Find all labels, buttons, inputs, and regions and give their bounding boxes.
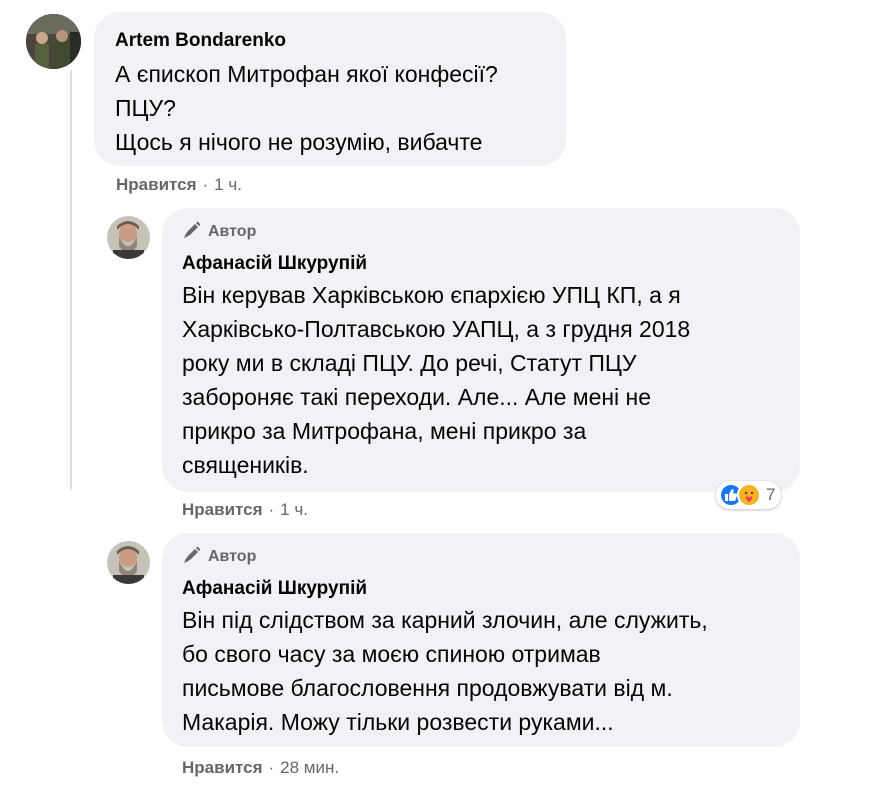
comment-bubble: Автор Афанасій Шкурупій Він керував Харк… bbox=[162, 208, 800, 492]
separator-dot: · bbox=[268, 758, 275, 777]
comment-text-line: забороняє такі переходи. Але... Але мені… bbox=[182, 384, 652, 410]
reaction-count: 7 bbox=[766, 485, 776, 504]
reactions-summary[interactable]: 7 bbox=[716, 481, 782, 509]
comment-time[interactable]: 1 ч. bbox=[214, 175, 242, 195]
comment-text-line: прикро за Митрофана, мені прикро за bbox=[182, 418, 587, 444]
author-badge-label: Автор bbox=[208, 548, 257, 565]
like-button[interactable]: Нравится bbox=[182, 500, 263, 520]
comment-time[interactable]: 28 мин. bbox=[280, 758, 339, 778]
comment-text-line: Він керував Харківською єпархією УПЦ КП,… bbox=[182, 282, 681, 308]
comment-time[interactable]: 1 ч. bbox=[280, 500, 308, 520]
thread-line bbox=[70, 70, 72, 490]
comment-text-line: бо свого часу за моєю спиною отримав bbox=[182, 641, 601, 667]
comment-text-line: Він під слідством за карний злочин, але … bbox=[182, 607, 708, 633]
comment-meta: Нравится · 1 ч. bbox=[116, 175, 242, 195]
comment-text-line: священиків. bbox=[182, 452, 309, 478]
comment-author[interactable]: Афанасій Шкурупій bbox=[182, 252, 780, 276]
like-button[interactable]: Нравится bbox=[182, 758, 263, 778]
comment-meta: Нравится · 1 ч. bbox=[182, 500, 308, 520]
comment-author[interactable]: Artem Bondarenko bbox=[115, 29, 545, 53]
comment-text-line: Щось я нічого не розумію, вибачте bbox=[115, 129, 483, 155]
author-badge: Автор bbox=[182, 220, 780, 244]
comment-bubble: Автор Афанасій Шкурупій Він під слідство… bbox=[162, 533, 800, 747]
comment-text-line: А єпископ Митрофан якої конфесії? bbox=[115, 61, 498, 87]
like-button[interactable]: Нравится bbox=[116, 175, 197, 195]
separator-dot: · bbox=[268, 500, 275, 519]
avatar[interactable] bbox=[26, 14, 81, 69]
comment-author[interactable]: Афанасій Шкурупій bbox=[182, 577, 780, 601]
comment-bubble: Artem Bondarenko А єпископ Митрофан якої… bbox=[94, 12, 566, 166]
comment-meta: Нравится · 28 мин. bbox=[182, 758, 339, 778]
author-pen-icon bbox=[182, 545, 202, 570]
comment-text-line: письмове благословення продовжувати від … bbox=[182, 675, 673, 701]
comment-text-line: Макарія. Можу тільки розвести руками... bbox=[182, 709, 614, 735]
author-pen-icon bbox=[182, 220, 202, 245]
avatar[interactable] bbox=[107, 216, 150, 259]
author-badge: Автор bbox=[182, 545, 780, 569]
comment-text-line: ПЦУ? bbox=[115, 95, 176, 121]
separator-dot: · bbox=[202, 175, 209, 194]
care-reaction-icon bbox=[737, 483, 761, 507]
comment-text-line: року ми в складі ПЦУ. До речі, Статут ПЦ… bbox=[182, 350, 637, 376]
avatar[interactable] bbox=[107, 541, 150, 584]
comment-text-line: Харківсько-Полтавською УАПЦ, а з грудня … bbox=[182, 316, 691, 342]
author-badge-label: Автор bbox=[208, 223, 257, 240]
